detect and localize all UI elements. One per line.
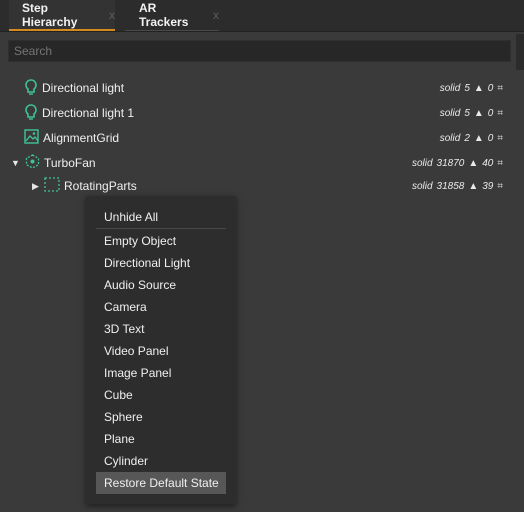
tab-ar-trackers[interactable]: AR Trackers x — [125, 0, 219, 31]
tab-step-hierarchy[interactable]: Step Hierarchy x — [9, 0, 115, 31]
tree-row-label: AlignmentGrid — [43, 131, 120, 145]
tab-bar: Step Hierarchy x AR Trackers x — [0, 0, 524, 32]
close-icon[interactable]: x — [109, 8, 115, 22]
menu-item-cube[interactable]: Cube — [86, 384, 236, 406]
light-bulb-icon — [24, 78, 38, 98]
chevron-right-icon[interactable]: ▶ — [32, 181, 39, 192]
menu-item-sphere[interactable]: Sphere — [86, 406, 236, 428]
menu-item-directional-light[interactable]: Directional Light — [86, 252, 236, 274]
menu-item-empty-object[interactable]: Empty Object — [86, 230, 236, 252]
row-stats: solid 31870 ▲ 40 ⌗ — [411, 157, 503, 169]
visibility-icon[interactable]: ⌗ — [497, 83, 503, 94]
close-icon[interactable]: x — [213, 8, 219, 22]
count-b: 0 — [487, 82, 494, 94]
count-a: 31870 — [436, 157, 465, 169]
visibility-icon[interactable]: ⌗ — [497, 133, 503, 144]
triangle-icon: ▲ — [468, 180, 479, 192]
count-a: 5 — [464, 107, 470, 119]
visibility-icon[interactable]: ⌗ — [497, 158, 503, 169]
light-bulb-icon — [24, 103, 38, 123]
triangle-icon: ▲ — [473, 132, 484, 144]
menu-item-cylinder[interactable]: Cylinder — [86, 450, 236, 472]
context-menu: Unhide All Empty Object Directional Ligh… — [86, 196, 236, 504]
group-icon — [44, 177, 60, 195]
count-b: 39 — [482, 180, 494, 192]
tree-row-rotating-parts[interactable]: ▶ RotatingParts solid 31858 ▲ 39 ⌗ — [0, 175, 524, 197]
render-mode: solid — [411, 157, 433, 169]
scrollbar[interactable] — [516, 34, 524, 70]
count-b: 0 — [487, 132, 494, 144]
tree-row-turbofan[interactable]: ▼ TurboFan solid 31870 ▲ 40 ⌗ — [0, 152, 524, 174]
menu-divider — [96, 228, 226, 229]
render-mode: solid — [439, 82, 461, 94]
image-icon — [24, 129, 39, 147]
row-stats: solid 5 ▲ 0 ⌗ — [439, 82, 503, 94]
menu-item-restore-default-state[interactable]: Restore Default State — [96, 472, 226, 494]
triangle-icon: ▲ — [473, 107, 484, 119]
triangle-icon: ▲ — [473, 82, 484, 94]
menu-item-image-panel[interactable]: Image Panel — [86, 362, 236, 384]
row-stats: solid 31858 ▲ 39 ⌗ — [411, 180, 503, 192]
visibility-icon[interactable]: ⌗ — [497, 108, 503, 119]
render-mode: solid — [439, 107, 461, 119]
tree-row-label: Directional light — [42, 81, 125, 95]
row-stats: solid 5 ▲ 0 ⌗ — [439, 107, 503, 119]
tree-row-alignment-grid[interactable]: AlignmentGrid solid 2 ▲ 0 ⌗ — [0, 127, 524, 149]
search-input[interactable] — [8, 40, 511, 62]
tree-row-label: RotatingParts — [64, 179, 137, 193]
tree-row-label: TurboFan — [44, 156, 96, 170]
render-mode: solid — [411, 180, 433, 192]
menu-item-3d-text[interactable]: 3D Text — [86, 318, 236, 340]
count-b: 0 — [487, 107, 494, 119]
tree-row-label: Directional light 1 — [42, 106, 135, 120]
render-mode: solid — [439, 132, 461, 144]
row-stats: solid 2 ▲ 0 ⌗ — [439, 132, 503, 144]
menu-item-audio-source[interactable]: Audio Source — [86, 274, 236, 296]
count-a: 2 — [464, 132, 470, 144]
menu-item-plane[interactable]: Plane — [86, 428, 236, 450]
chevron-down-icon[interactable]: ▼ — [11, 158, 20, 168]
menu-item-camera[interactable]: Camera — [86, 296, 236, 318]
model-icon — [25, 154, 40, 172]
visibility-icon[interactable]: ⌗ — [497, 181, 503, 192]
triangle-icon: ▲ — [468, 157, 479, 169]
count-b: 40 — [482, 157, 494, 169]
tree-row-directional-light-1[interactable]: Directional light 1 solid 5 ▲ 0 ⌗ — [0, 102, 524, 124]
count-a: 31858 — [436, 180, 465, 192]
menu-item-unhide-all[interactable]: Unhide All — [86, 206, 236, 228]
count-a: 5 — [464, 82, 470, 94]
menu-item-video-panel[interactable]: Video Panel — [86, 340, 236, 362]
tree-row-directional-light[interactable]: Directional light solid 5 ▲ 0 ⌗ — [0, 77, 524, 99]
tab-label: Step Hierarchy — [22, 0, 78, 29]
tab-label: AR Trackers — [139, 1, 189, 29]
